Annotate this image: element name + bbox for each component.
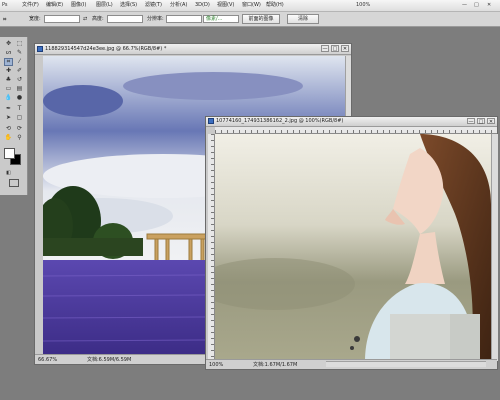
- clear-button[interactable]: 清除: [287, 14, 319, 24]
- maximize-icon[interactable]: □: [474, 2, 479, 9]
- crop-tool-icon[interactable]: ⌗: [4, 58, 13, 66]
- resolution-unit-select[interactable]: 像素/...: [203, 15, 239, 23]
- close-icon[interactable]: ✕: [487, 118, 495, 125]
- zoom-tool-icon[interactable]: ⚲: [15, 134, 24, 142]
- blur-tool-icon[interactable]: 💧: [4, 94, 13, 102]
- document-icon: [37, 46, 43, 52]
- quick-mask-icon[interactable]: [9, 179, 19, 187]
- eyedropper-tool-icon[interactable]: ⁄: [15, 58, 24, 66]
- swap-dimensions-icon[interactable]: ⇄: [83, 16, 87, 23]
- eraser-tool-icon[interactable]: ▭: [4, 85, 13, 93]
- document-title-bar[interactable]: 10774160_174931386162_2.jpg @ 100%(RGB/8…: [206, 117, 497, 127]
- gradient-tool-icon[interactable]: ▤: [15, 85, 24, 93]
- path-selection-icon[interactable]: ➤: [4, 114, 13, 122]
- vertical-ruler[interactable]: [208, 134, 215, 361]
- document-size-info: 文档:1.67M/1.67M: [253, 362, 298, 368]
- pen-tool-icon[interactable]: ✒: [4, 105, 13, 113]
- width-input[interactable]: [44, 15, 80, 23]
- minimize-icon[interactable]: —: [467, 118, 475, 125]
- menu-select[interactable]: 选择(S): [120, 2, 137, 9]
- marquee-tool-icon[interactable]: ⬚: [15, 40, 24, 48]
- healing-brush-icon[interactable]: ✚: [4, 67, 13, 75]
- menu-layer[interactable]: 图层(L): [96, 2, 113, 9]
- woman-portrait-image: [215, 134, 491, 361]
- clone-stamp-icon[interactable]: ♣: [4, 76, 13, 84]
- move-tool-icon[interactable]: ✥: [4, 40, 13, 48]
- resolution-label: 分辨率:: [147, 16, 164, 22]
- type-tool-icon[interactable]: T: [15, 105, 24, 113]
- maximize-icon[interactable]: □: [331, 45, 339, 52]
- brush-tool-icon[interactable]: ✐: [15, 67, 24, 75]
- document-window-portrait: 10774160_174931386162_2.jpg @ 100%(RGB/8…: [205, 116, 498, 370]
- history-brush-icon[interactable]: ↺: [15, 76, 24, 84]
- menu-edit[interactable]: 编辑(E): [46, 2, 63, 9]
- menu-help[interactable]: 帮助(H): [266, 2, 284, 9]
- menu-bar: Ps 文件(F) 编辑(E) 图像(I) 图层(L) 选择(S) 滤镜(T) 分…: [0, 0, 500, 12]
- horizontal-scrollbar[interactable]: [326, 361, 486, 367]
- hand-tool-icon[interactable]: ✋: [4, 134, 13, 142]
- menu-3d[interactable]: 3D(D): [195, 2, 210, 9]
- document-status-bar: 100% 文档:1.67M/1.67M: [206, 359, 497, 369]
- menu-filter[interactable]: 滤镜(T): [145, 2, 162, 9]
- width-label: 宽度:: [29, 16, 41, 22]
- default-colors-icon[interactable]: ◧: [4, 169, 13, 177]
- document-size-info: 文档:6.59M/6.59M: [87, 357, 132, 363]
- dodge-tool-icon[interactable]: ●: [15, 94, 24, 102]
- 3d-rotate-icon[interactable]: ⟲: [4, 125, 13, 133]
- close-icon[interactable]: ✕: [487, 2, 491, 9]
- zoom-level-dropdown[interactable]: 100%: [356, 2, 370, 9]
- document-title: 10774160_174931386162_2.jpg @ 100%(RGB/8…: [216, 118, 344, 124]
- options-bar: ⌗ 宽度: ⇄ 高度: 分辨率: 像素/... 前面的图像 清除: [0, 12, 500, 27]
- portrait-image-canvas[interactable]: [215, 134, 491, 361]
- photoshop-logo-icon: Ps: [2, 2, 8, 8]
- crop-tool-icon[interactable]: ⌗: [3, 16, 6, 23]
- menu-view[interactable]: 视图(V): [217, 2, 234, 9]
- menu-image[interactable]: 图像(I): [71, 2, 86, 9]
- resolution-input[interactable]: [166, 15, 202, 23]
- document-title: 118829314547d24e3ee.jpg @ 66.7%(RGB/8#) …: [45, 46, 167, 52]
- zoom-percent[interactable]: 100%: [209, 362, 223, 368]
- menu-file[interactable]: 文件(F): [22, 2, 39, 9]
- document-icon: [208, 118, 214, 124]
- foreground-color-swatch[interactable]: [4, 148, 15, 159]
- minimize-icon[interactable]: —: [321, 45, 329, 52]
- height-input[interactable]: [107, 15, 143, 23]
- front-image-button[interactable]: 前面的图像: [242, 14, 280, 24]
- lasso-tool-icon[interactable]: ᔕ: [4, 49, 13, 57]
- quick-select-icon[interactable]: ✎: [15, 49, 24, 57]
- maximize-icon[interactable]: □: [477, 118, 485, 125]
- vertical-scrollbar[interactable]: [491, 134, 498, 361]
- close-icon[interactable]: ✕: [341, 45, 349, 52]
- menu-analysis[interactable]: 分析(A): [170, 2, 187, 9]
- minimize-icon[interactable]: —: [462, 2, 467, 9]
- height-label: 高度:: [92, 16, 104, 22]
- shape-tool-icon[interactable]: ▢: [15, 114, 24, 122]
- zoom-percent[interactable]: 66.67%: [38, 357, 57, 363]
- menu-window[interactable]: 窗口(W): [242, 2, 261, 9]
- horizontal-ruler[interactable]: [215, 127, 497, 134]
- 3d-camera-icon[interactable]: ⟳: [15, 125, 24, 133]
- document-title-bar[interactable]: 118829314547d24e3ee.jpg @ 66.7%(RGB/8#) …: [35, 44, 351, 55]
- toolbox: ✥ ⬚ ᔕ ✎ ⌗ ⁄ ✚ ✐ ♣ ↺ ▭ ▤ 💧 ● ✒ T ➤ ▢ ⟲ ⟳ …: [0, 37, 28, 195]
